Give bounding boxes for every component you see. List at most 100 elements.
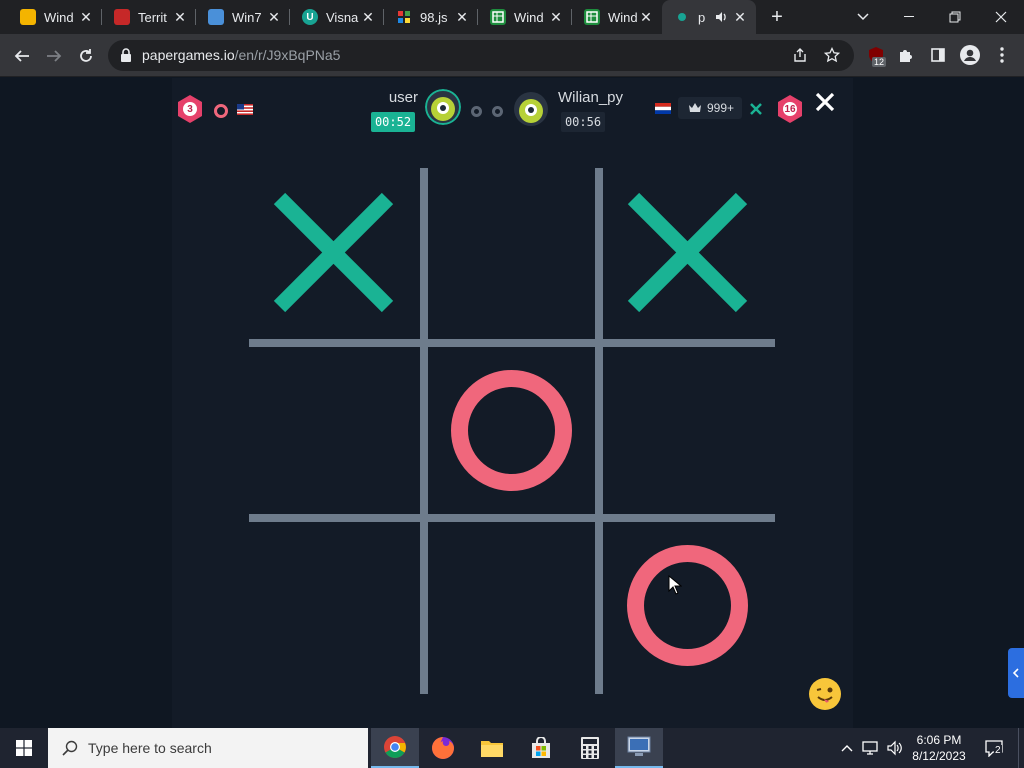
right-player-name: Wilian_py: [558, 89, 624, 106]
extension-badge: 12: [872, 57, 887, 67]
papergames-dot-icon: [674, 9, 690, 25]
chrome-taskbar-icon[interactable]: [371, 728, 419, 768]
forward-arrow-icon[interactable]: [41, 43, 67, 69]
close-tab-icon[interactable]: ✕: [266, 9, 282, 25]
right-score-marker: [492, 106, 503, 117]
firefox-taskbar-icon[interactable]: [419, 728, 467, 768]
tab-label: Territ: [138, 9, 167, 25]
tab-2[interactable]: Win7 ✕: [196, 0, 290, 34]
side-panel-icon[interactable]: [926, 43, 950, 67]
tab-label: Wind: [608, 9, 638, 25]
url-text: papergames.io/en/r/J9xBqPNa5: [142, 47, 340, 63]
left-score-marker: [471, 106, 482, 117]
left-player-avatar[interactable]: [425, 89, 461, 125]
board-cell-1-0[interactable]: [259, 353, 414, 508]
window-doc-icon: [20, 9, 36, 25]
url-host: papergames.io: [142, 47, 235, 63]
grid-line-h2: [249, 514, 775, 522]
clock-time: 6:06 PM: [916, 733, 962, 747]
win7-app-icon: [208, 9, 224, 25]
tab-1[interactable]: Territ ✕: [102, 0, 196, 34]
left-symbol-o-icon: [214, 104, 228, 118]
calculator-taskbar-icon[interactable]: [566, 728, 614, 768]
tictactoe-board: [249, 168, 775, 694]
tab-5[interactable]: Wind ✕: [478, 0, 572, 34]
close-tab-icon[interactable]: ✕: [638, 9, 654, 25]
chevron-left-icon: [1012, 668, 1019, 678]
close-tab-icon[interactable]: ✕: [548, 9, 564, 25]
close-tab-icon[interactable]: ✕: [360, 9, 376, 25]
tab-label: Wind: [44, 9, 74, 25]
left-level-number: 3: [183, 102, 197, 116]
extensions-puzzle-icon[interactable]: [894, 43, 918, 67]
show-hidden-icons-chevron[interactable]: [838, 728, 856, 768]
remote-desktop-taskbar-icon[interactable]: [615, 728, 663, 768]
tab-label: Visna: [326, 9, 359, 25]
taskbar-search-box[interactable]: Type here to search: [48, 728, 368, 768]
sheet-icon: [584, 9, 600, 25]
lock-icon[interactable]: [120, 48, 132, 67]
minimize-icon[interactable]: [886, 0, 932, 34]
grid-line-v2: [595, 168, 603, 694]
tab-label: p: [698, 9, 706, 25]
crown-icon: [689, 103, 701, 112]
tab-search-icon[interactable]: [840, 0, 886, 34]
grid-line-h1: [249, 339, 775, 347]
board-cell-2-0[interactable]: [259, 528, 414, 683]
close-game-icon[interactable]: [813, 90, 837, 114]
new-tab-button[interactable]: +: [766, 7, 788, 27]
right-level-number: 16: [783, 102, 797, 116]
us-flag-icon: [237, 104, 253, 115]
tab-label: 98.js: [420, 9, 448, 25]
board-cell-0-1[interactable]: [434, 178, 589, 333]
taskbar-clock[interactable]: 6:06 PM 8/12/2023: [902, 732, 976, 764]
file-explorer-taskbar-icon[interactable]: [468, 728, 516, 768]
search-icon: [62, 740, 78, 756]
sheet-icon: [490, 9, 506, 25]
board-cell-1-2[interactable]: [609, 353, 764, 508]
tab-label: Win7: [232, 9, 262, 25]
rank-badge: 999+: [678, 97, 742, 119]
ublock-extension-icon[interactable]: 12: [864, 43, 888, 67]
show-desktop-button[interactable]: [1018, 728, 1024, 768]
right-player-timer: 00:56: [561, 112, 605, 132]
left-player-name: user: [388, 89, 418, 106]
back-arrow-icon[interactable]: [9, 43, 35, 69]
tab-7-active[interactable]: p ✕: [662, 0, 756, 34]
reload-icon[interactable]: [73, 43, 99, 69]
close-window-icon[interactable]: [978, 0, 1024, 34]
address-bar[interactable]: papergames.io/en/r/J9xBqPNa5: [108, 40, 854, 71]
profile-avatar-icon[interactable]: [958, 43, 982, 67]
windows-start-icon[interactable]: [0, 728, 48, 768]
side-drawer-toggle[interactable]: [1008, 648, 1024, 698]
browser-toolbar: papergames.io/en/r/J9xBqPNa5 12: [0, 34, 1024, 77]
menu-kebab-icon[interactable]: [990, 43, 1014, 67]
right-player-avatar[interactable]: [513, 91, 549, 127]
tab-3[interactable]: U Visna ✕: [290, 0, 384, 34]
grid-line-v1: [420, 168, 428, 694]
tab-6[interactable]: Wind ✕: [572, 0, 662, 34]
bookmark-star-icon[interactable]: [823, 46, 841, 68]
search-placeholder: Type here to search: [88, 740, 212, 756]
url-path: /en/r/J9xBqPNa5: [234, 47, 341, 63]
close-tab-icon[interactable]: ✕: [454, 9, 470, 25]
tab-label: Wind: [514, 9, 544, 25]
tab-4[interactable]: 98.js ✕: [384, 0, 478, 34]
paraguay-flag-icon: [655, 103, 671, 114]
tab-0[interactable]: Wind ✕: [8, 0, 102, 34]
territory-map-icon: [114, 9, 130, 25]
close-tab-icon[interactable]: ✕: [172, 9, 188, 25]
restore-icon[interactable]: [932, 0, 978, 34]
store-taskbar-icon[interactable]: [517, 728, 565, 768]
network-icon[interactable]: [860, 728, 882, 768]
share-icon[interactable]: [792, 47, 808, 68]
emoji-wink-tongue-button[interactable]: [809, 678, 841, 710]
clock-date: 8/12/2023: [912, 749, 966, 763]
notification-center-icon[interactable]: 2: [980, 728, 1008, 768]
notification-count: 2: [994, 745, 1002, 756]
speaker-icon[interactable]: [714, 10, 728, 24]
board-cell-2-1[interactable]: [434, 528, 589, 683]
win98-logo-icon: [396, 9, 412, 25]
close-tab-icon[interactable]: ✕: [78, 9, 94, 25]
close-tab-icon[interactable]: ✕: [732, 9, 748, 25]
